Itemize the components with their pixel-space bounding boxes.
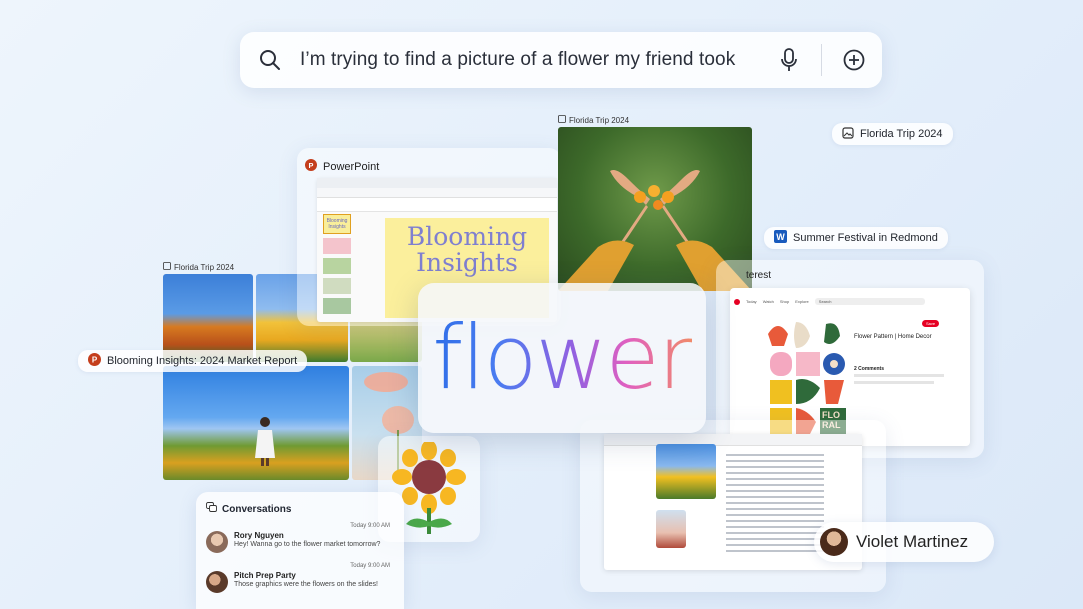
person-name: Violet Martinez <box>856 532 969 551</box>
chip-label: Blooming Insights: 2024 Market Report <box>107 355 298 367</box>
conversation-item-rory[interactable]: Rory Nguyen Hey! Wanna go to the flower … <box>196 529 404 555</box>
chip-summer-festival[interactable]: W Summer Festival in Redmond <box>764 227 948 249</box>
microphone-icon[interactable] <box>767 48 811 72</box>
hero-word-card: flower <box>418 283 706 433</box>
person-card[interactable]: Violet Martinez <box>814 522 994 562</box>
slide-thumb[interactable] <box>323 298 351 314</box>
browser-address-bar <box>317 188 557 198</box>
chip-blooming-report[interactable]: P Blooming Insights: 2024 Market Report <box>78 350 308 372</box>
document-toolbar <box>604 434 862 446</box>
search-bar[interactable]: I’m trying to find a picture of a flower… <box>240 32 882 88</box>
hero-word: flower <box>432 306 694 409</box>
nav-explore[interactable]: Explore <box>795 299 809 304</box>
document-body-text <box>726 454 824 554</box>
pinterest-search-input[interactable]: Search <box>814 297 925 305</box>
svg-text:P: P <box>309 161 314 170</box>
ribbon <box>317 198 557 212</box>
photos-icon <box>163 262 171 272</box>
powerpoint-icon: P <box>305 158 317 176</box>
word-icon: W <box>774 230 787 246</box>
chip-label: Florida Trip 2024 <box>860 128 943 140</box>
svg-text:P: P <box>92 356 98 365</box>
chat-icon <box>206 502 217 516</box>
pin-save-button[interactable]: Save <box>922 320 940 327</box>
browser-tabs-bar <box>317 178 557 188</box>
contact-name: Pitch Prep Party <box>234 571 296 580</box>
slide-thumb[interactable] <box>323 258 351 274</box>
group-avatar <box>206 571 228 593</box>
powerpoint-icon: P <box>88 353 101 369</box>
conversations-header: Conversations <box>196 492 404 516</box>
collage-label: Florida Trip 2024 <box>163 262 234 272</box>
hands-photo-label: Florida Trip 2024 <box>558 115 629 125</box>
pin-image-floral-pattern[interactable]: FLO RAL <box>766 318 848 436</box>
powerpoint-app-name: PowerPoint <box>323 161 380 173</box>
comment-line <box>854 381 934 384</box>
slide-thumb[interactable] <box>323 278 351 294</box>
photo-orange-flowers[interactable] <box>163 274 253 362</box>
svg-text:W: W <box>776 232 785 242</box>
chip-label: Summer Festival in Redmond <box>793 232 938 244</box>
avatar <box>206 531 228 553</box>
pinterest-logo-icon <box>734 292 740 310</box>
photos-icon <box>558 115 566 125</box>
message-preview: Those graphics were the flowers on the s… <box>234 581 378 588</box>
search-divider <box>821 44 822 76</box>
contact-name: Rory Nguyen <box>234 531 284 540</box>
comment-line <box>854 374 944 377</box>
message-preview: Hey! Wanna go to the flower market tomor… <box>234 541 381 548</box>
conversations-panel[interactable]: Conversations Today 9:00 AM Rory Nguyen … <box>196 492 404 609</box>
slide-title: Blooming Insights <box>406 222 528 277</box>
pinterest-app-name: terest <box>746 270 772 281</box>
pin-comments-heading: 2 Comments <box>854 366 885 372</box>
photos-icon <box>842 126 854 142</box>
photo-red-flowers[interactable] <box>656 510 686 548</box>
slide-thumb[interactable]: Blooming Insights <box>323 214 351 234</box>
slide-thumbnails: Blooming Insights <box>323 214 351 318</box>
photo-sunflowers[interactable] <box>656 444 716 499</box>
powerpoint-header: P PowerPoint <box>305 158 379 176</box>
avatar <box>820 528 848 556</box>
search-icon <box>240 49 300 71</box>
slide-thumb[interactable] <box>323 238 351 254</box>
pin-title: Flower Pattern | Home Decor <box>854 334 932 340</box>
add-icon[interactable] <box>832 49 876 71</box>
nav-shop[interactable]: Shop <box>780 299 789 304</box>
search-query[interactable]: I’m trying to find a picture of a flower… <box>300 49 767 71</box>
conversation-item-pitch-prep[interactable]: Pitch Prep Party Those graphics were the… <box>196 569 404 595</box>
pinterest-nav: Today Watch Shop Explore Search <box>734 292 925 310</box>
chip-florida-trip[interactable]: Florida Trip 2024 <box>832 123 953 145</box>
nav-watch[interactable]: Watch <box>763 299 774 304</box>
nav-today[interactable]: Today <box>746 299 757 304</box>
photo-woman-in-field[interactable] <box>163 366 349 480</box>
